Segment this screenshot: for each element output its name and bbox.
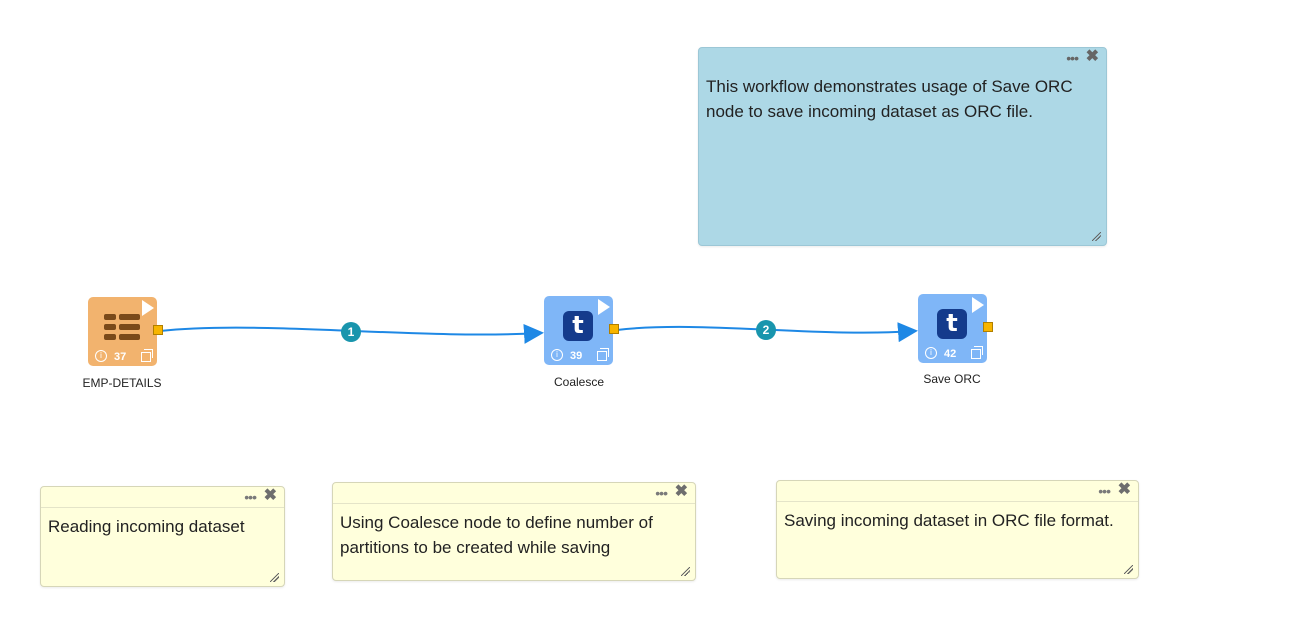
play-icon[interactable] (598, 299, 610, 315)
output-port[interactable] (153, 325, 163, 335)
note-text[interactable]: Reading incoming dataset (41, 508, 284, 545)
node-number: 39 (570, 350, 583, 362)
note-text[interactable]: Using Coalesce node to define number of … (333, 504, 695, 566)
node-save-orc[interactable]: t i 42 (918, 294, 993, 363)
note-header[interactable]: ••• ✖ (699, 48, 1106, 68)
info-icon[interactable]: i (95, 350, 107, 362)
note-reading[interactable]: ••• ✖ Reading incoming dataset (40, 486, 285, 587)
edge-2-badge[interactable]: 2 (756, 320, 776, 340)
node-emp-details[interactable]: i 37 (88, 297, 163, 366)
node-number: 37 (114, 351, 127, 363)
copy-icon[interactable] (597, 348, 609, 361)
note-text[interactable]: Saving incoming dataset in ORC file form… (777, 502, 1138, 539)
info-icon[interactable]: i (551, 349, 563, 361)
resize-handle[interactable] (1124, 565, 1133, 574)
more-options-icon[interactable]: ••• (655, 486, 668, 500)
close-icon[interactable]: ✖ (1086, 48, 1099, 66)
note-saving[interactable]: ••• ✖ Saving incoming dataset in ORC fil… (776, 480, 1139, 579)
resize-handle[interactable] (270, 573, 279, 582)
node-label-save-orc: Save ORC (923, 372, 981, 386)
t-icon: t (937, 309, 967, 339)
resize-handle[interactable] (1092, 232, 1101, 241)
copy-icon[interactable] (141, 349, 153, 362)
play-icon[interactable] (142, 300, 154, 316)
workflow-description-note[interactable]: ••• ✖ This workflow demonstrates usage o… (698, 47, 1107, 246)
node-label-emp-details: EMP-DETAILS (82, 376, 162, 390)
more-options-icon[interactable]: ••• (1098, 484, 1111, 498)
edge-1-badge[interactable]: 1 (341, 322, 361, 342)
resize-handle[interactable] (681, 567, 690, 576)
note-text[interactable]: This workflow demonstrates usage of Save… (699, 68, 1106, 130)
node-label-coalesce: Coalesce (553, 375, 605, 389)
note-coalesce[interactable]: ••• ✖ Using Coalesce node to define numb… (332, 482, 696, 581)
info-icon[interactable]: i (925, 347, 937, 359)
t-icon: t (563, 311, 593, 341)
close-icon[interactable]: ✖ (264, 487, 277, 505)
play-icon[interactable] (972, 297, 984, 313)
note-header[interactable]: ••• ✖ (333, 483, 695, 504)
table-icon (104, 314, 140, 342)
note-header[interactable]: ••• ✖ (41, 487, 284, 508)
note-header[interactable]: ••• ✖ (777, 481, 1138, 502)
more-options-icon[interactable]: ••• (244, 490, 257, 504)
node-number: 42 (944, 348, 957, 360)
output-port[interactable] (983, 322, 993, 332)
more-options-icon[interactable]: ••• (1066, 51, 1079, 65)
node-coalesce[interactable]: t i 39 (544, 296, 619, 365)
copy-icon[interactable] (971, 346, 983, 359)
close-icon[interactable]: ✖ (675, 483, 688, 501)
output-port[interactable] (609, 324, 619, 334)
close-icon[interactable]: ✖ (1118, 481, 1131, 499)
